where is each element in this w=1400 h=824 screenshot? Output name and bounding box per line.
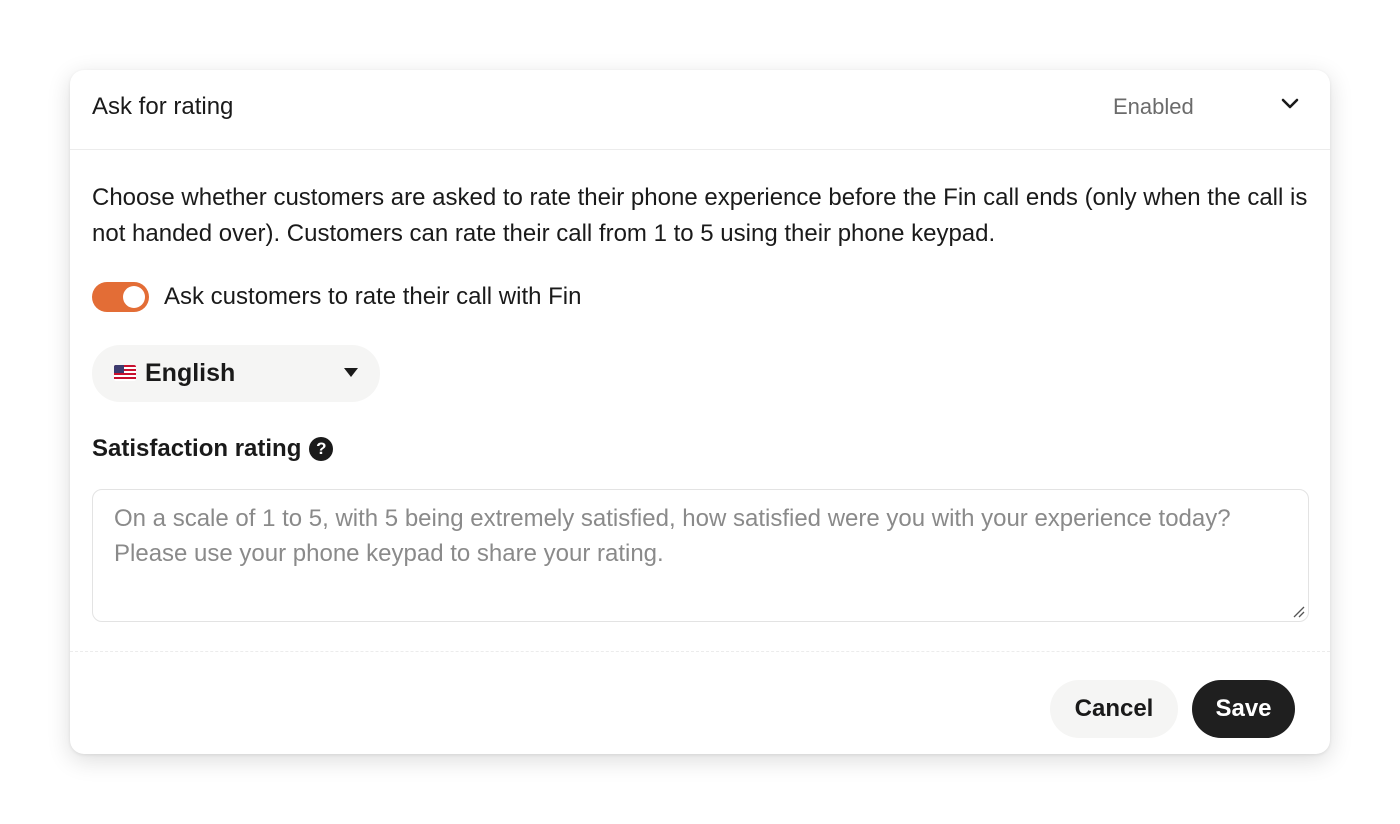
caret-down-icon [344, 368, 358, 377]
toggle-label: Ask customers to rate their call with Fi… [164, 283, 582, 310]
satisfaction-rating-heading: Satisfaction rating ? [92, 433, 334, 465]
language-selected-value: English [145, 359, 236, 387]
satisfaction-message-input[interactable] [93, 490, 1308, 621]
save-button[interactable]: Save [1192, 680, 1295, 738]
chevron-down-icon[interactable] [1278, 92, 1302, 116]
status-badge: Enabled [1113, 94, 1194, 119]
question-circle-icon[interactable]: ? [309, 437, 334, 461]
resize-handle-icon[interactable] [1291, 604, 1305, 618]
footer-divider [70, 651, 1330, 652]
toggle-knob [123, 286, 145, 308]
cancel-button[interactable]: Cancel [1050, 680, 1178, 738]
us-flag-icon [114, 365, 136, 381]
panel-header[interactable]: Ask for rating Enabled [70, 70, 1330, 150]
panel-title: Ask for rating [92, 93, 234, 120]
rating-settings-panel: Ask for rating Enabled Choose whether cu… [70, 70, 1330, 754]
language-select[interactable]: English [92, 345, 380, 402]
rate-call-toggle-row: Ask customers to rate their call with Fi… [92, 281, 581, 313]
satisfaction-rating-title: Satisfaction rating [92, 435, 302, 462]
satisfaction-message-field-wrapper [92, 489, 1309, 622]
rate-call-toggle[interactable] [92, 282, 149, 312]
panel-description: Choose whether customers are asked to ra… [92, 184, 1308, 247]
